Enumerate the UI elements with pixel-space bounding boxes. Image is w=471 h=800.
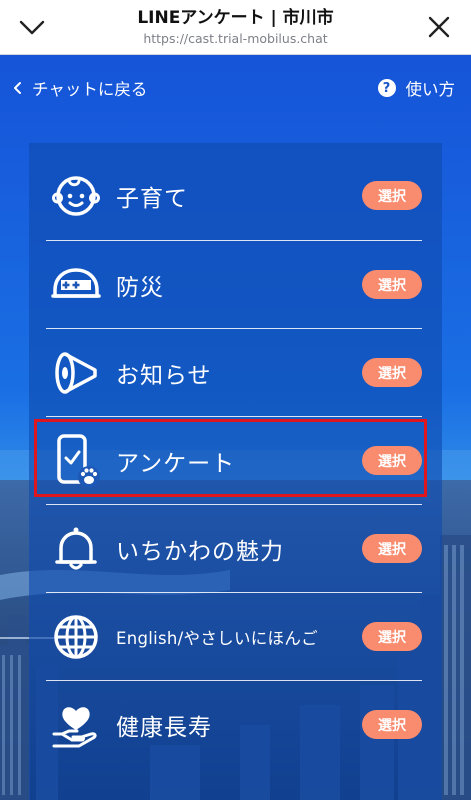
bell-icon xyxy=(48,521,104,577)
menu-item-label: English/やさしいにほんご xyxy=(116,628,318,648)
header-title-block: LINEアンケート | 市川市 https://cast.trial-mobil… xyxy=(90,7,381,48)
megaphone-icon xyxy=(48,345,104,401)
back-label: チャットに戻る xyxy=(32,80,148,99)
browser-header: LINEアンケート | 市川市 https://cast.trial-mobil… xyxy=(0,0,471,55)
select-button[interactable]: 選択 xyxy=(362,181,422,210)
menu-item-label: お知らせ xyxy=(116,362,212,389)
select-button[interactable]: 選択 xyxy=(362,358,422,387)
help-icon: ? xyxy=(377,79,396,97)
select-button[interactable]: 選択 xyxy=(362,270,422,299)
chevron-down-icon[interactable] xyxy=(14,9,50,45)
menu-item-label: 防災 xyxy=(116,274,164,301)
heart-hand-icon xyxy=(48,697,104,753)
helmet-icon xyxy=(48,257,104,313)
close-icon[interactable] xyxy=(421,9,457,45)
menu-item-bousai[interactable]: 防災 選択 xyxy=(46,241,422,328)
globe-icon xyxy=(48,609,104,665)
phone-check-icon xyxy=(48,433,104,489)
menu-item-ichikawa-charm[interactable]: いちかわの魅力 選択 xyxy=(46,505,422,592)
select-button[interactable]: 選択 xyxy=(362,710,422,739)
baby-face-icon xyxy=(48,168,104,224)
select-button[interactable]: 選択 xyxy=(362,446,422,475)
menu-item-english[interactable]: English/やさしいにほんご 選択 xyxy=(46,593,422,680)
menu-item-survey[interactable]: アンケート 選択 xyxy=(46,417,422,504)
menu-item-kenkou[interactable]: 健康長寿 選択 xyxy=(46,681,422,768)
menu-item-label: 子育て xyxy=(116,185,188,212)
help-label: 使い方 xyxy=(405,80,456,99)
menu-item-oshirase[interactable]: お知らせ 選択 xyxy=(46,329,422,416)
page-url: https://cast.trial-mobilus.chat xyxy=(143,31,328,46)
help-link[interactable]: ? 使い方 xyxy=(377,76,456,100)
select-button[interactable]: 選択 xyxy=(362,534,422,563)
chevron-left-icon xyxy=(14,82,21,94)
menu-item-label: 健康長寿 xyxy=(116,714,212,741)
menu-item-label: いちかわの魅力 xyxy=(116,538,284,565)
menu-item-kosodate[interactable]: 子育て 選択 xyxy=(46,152,422,239)
back-to-chat-link[interactable]: チャットに戻る xyxy=(12,76,147,100)
select-button[interactable]: 選択 xyxy=(362,622,422,651)
menu-item-label: アンケート xyxy=(116,450,236,477)
page-title: LINEアンケート | 市川市 xyxy=(137,8,334,28)
